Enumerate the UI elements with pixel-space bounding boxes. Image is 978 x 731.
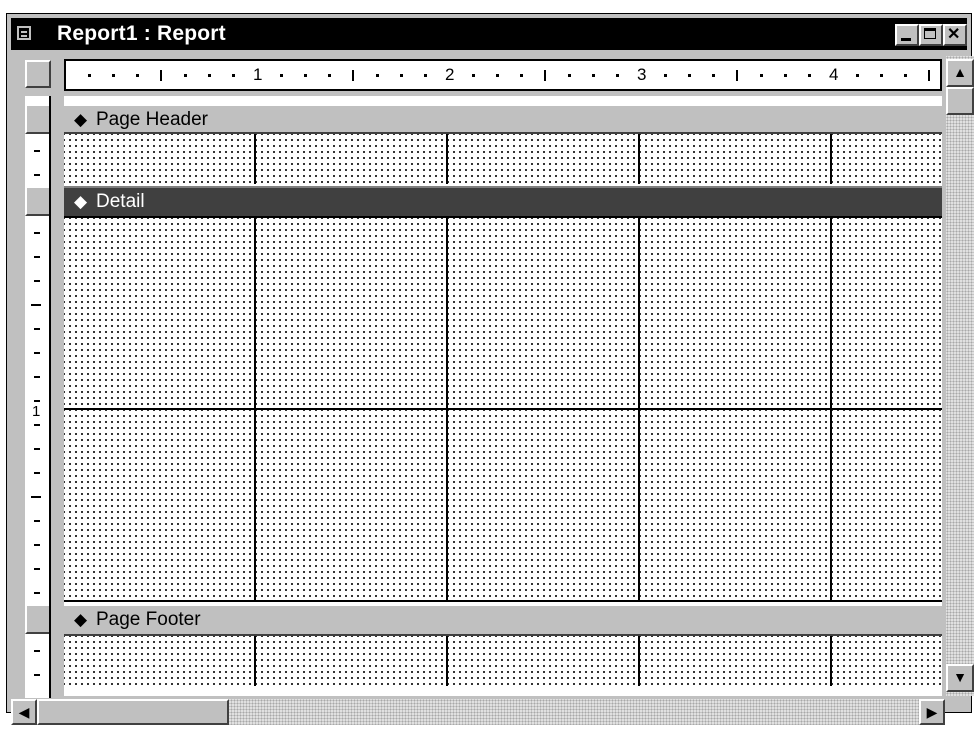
ruler-tick [34, 376, 40, 378]
detail-selector[interactable] [25, 186, 49, 216]
page-header-bar[interactable]: ◆ Page Header [64, 104, 942, 134]
ruler-tick [568, 74, 571, 77]
ruler-tick [280, 74, 283, 77]
ruler-number: 3 [637, 65, 647, 84]
ruler-tick [400, 74, 403, 77]
ruler-tick [904, 74, 907, 77]
ruler-tick [34, 448, 40, 450]
ruler-tick [34, 280, 40, 282]
ruler-tick [808, 74, 811, 77]
scroll-down-button[interactable]: ▼ [946, 664, 974, 692]
page-header-label: Page Header [96, 109, 208, 130]
ruler-tick [34, 650, 40, 652]
section-arrow-icon: ◆ [74, 110, 88, 129]
page-footer-selector[interactable] [25, 604, 49, 634]
report-design-area: 1 2 3 4 1 ◆ Page Header ◆ Detail ◆ Page … [11, 56, 974, 725]
ruler-tick [34, 232, 40, 234]
ruler-tick [34, 520, 40, 522]
ruler-tick [880, 74, 883, 77]
horizontal-ruler[interactable]: 1 2 3 4 [64, 59, 942, 91]
ruler-tick [34, 400, 40, 402]
ruler-tick [208, 74, 211, 77]
ruler-tick [328, 74, 331, 77]
page-header-section[interactable] [64, 134, 942, 184]
ruler-tick [856, 74, 859, 77]
ruler-tick [688, 74, 691, 77]
up-arrow-icon: ▲ [953, 64, 967, 80]
page-footer-bar[interactable]: ◆ Page Footer [64, 604, 942, 636]
ruler-tick [760, 74, 763, 77]
ruler-half-inch-tick [352, 70, 354, 81]
ruler-tick [136, 74, 139, 77]
ruler-tick [424, 74, 427, 77]
title-bar[interactable]: Report1 : Report [11, 18, 967, 50]
ruler-half-inch-tick [736, 70, 738, 81]
right-arrow-icon: ▶ [926, 704, 938, 720]
ruler-tick [112, 74, 115, 77]
scroll-right-button[interactable]: ▶ [919, 699, 945, 725]
ruler-tick [664, 74, 667, 77]
vertical-scroll-thumb[interactable] [946, 87, 974, 115]
minimize-button[interactable] [895, 24, 919, 46]
section-arrow-icon: ◆ [74, 192, 88, 211]
down-arrow-icon: ▼ [953, 669, 967, 685]
horizontal-scrollbar[interactable]: ◀ ▶ [11, 699, 945, 725]
ruler-tick [34, 352, 40, 354]
ruler-number: 4 [829, 65, 839, 84]
ruler-number: 2 [445, 65, 455, 84]
page-header-selector[interactable] [25, 104, 49, 134]
detail-bar[interactable]: ◆ Detail [64, 186, 942, 218]
ruler-tick [34, 544, 40, 546]
page-footer-label: Page Footer [96, 609, 201, 630]
ruler-tick [784, 74, 787, 77]
scroll-left-button[interactable]: ◀ [11, 699, 37, 725]
ruler-tick [34, 328, 40, 330]
system-menu-icon[interactable] [17, 26, 31, 40]
ruler-tick [520, 74, 523, 77]
ruler-tick [34, 424, 40, 426]
ruler-half-inch-tick [31, 304, 41, 306]
report-selector[interactable] [25, 60, 51, 88]
ruler-half-inch-tick [544, 70, 546, 81]
ruler-tick [496, 74, 499, 77]
ruler-tick [304, 74, 307, 77]
ruler-tick [34, 256, 40, 258]
ruler-tick [232, 74, 235, 77]
scroll-up-button[interactable]: ▲ [946, 59, 974, 87]
ruler-tick [376, 74, 379, 77]
ruler-tick [184, 74, 187, 77]
report-canvas[interactable]: ◆ Page Header ◆ Detail ◆ Page Footer [64, 96, 942, 696]
ruler-tick [34, 568, 40, 570]
vertical-ruler[interactable]: 1 [25, 96, 51, 698]
page-footer-section[interactable] [64, 636, 942, 686]
vertical-scrollbar[interactable]: ▲ ▼ [946, 56, 974, 696]
ruler-tick [472, 74, 475, 77]
ruler-half-inch-tick [160, 70, 162, 81]
close-button[interactable] [943, 24, 967, 46]
report-window: Report1 : Report 1 2 3 4 1 ◆ Page Header [6, 13, 974, 725]
section-arrow-icon: ◆ [74, 610, 88, 629]
ruler-tick [34, 150, 40, 152]
ruler-tick [616, 74, 619, 77]
left-arrow-icon: ◀ [18, 704, 30, 720]
window-title: Report1 : Report [57, 22, 226, 45]
maximize-button[interactable] [919, 24, 943, 46]
detail-label: Detail [96, 191, 145, 212]
ruler-tick [34, 592, 40, 594]
ruler-tick [88, 74, 91, 77]
ruler-tick [592, 74, 595, 77]
horizontal-scroll-thumb[interactable] [37, 699, 229, 725]
ruler-tick [34, 174, 40, 176]
ruler-half-inch-tick [928, 70, 930, 81]
ruler-tick [34, 472, 40, 474]
ruler-tick [34, 674, 40, 676]
ruler-half-inch-tick [31, 496, 41, 498]
ruler-number: 1 [253, 65, 263, 84]
ruler-number: 1 [32, 403, 41, 420]
detail-section[interactable] [64, 218, 942, 602]
ruler-tick [712, 74, 715, 77]
